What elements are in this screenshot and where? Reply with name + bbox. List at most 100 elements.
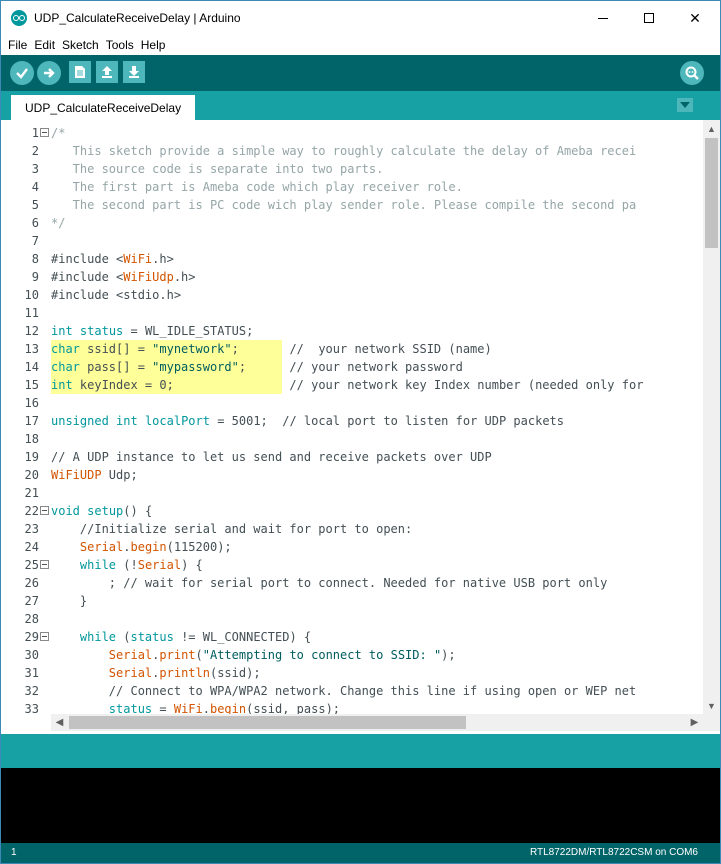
title-bar: UDP_CalculateReceiveDelay | Arduino ✕ bbox=[1, 1, 720, 35]
code-area[interactable]: /* This sketch provide a simple way to r… bbox=[51, 120, 703, 714]
code-line[interactable]: // A UDP instance to let us send and rec… bbox=[51, 448, 492, 466]
code-line[interactable]: status = WiFi.begin(ssid, pass); bbox=[51, 700, 340, 714]
menu-help[interactable]: Help bbox=[134, 35, 166, 55]
code-token: = 5001; // local port to listen for UDP … bbox=[209, 414, 564, 428]
code-editor[interactable]: 1 2 3 4 5 6 7 8 9 10 11 12 13 14 15 16 17 18 19 20 21 22 23 24 2… bbox=[1, 120, 720, 734]
code-token: .h> bbox=[173, 270, 196, 284]
save-button[interactable] bbox=[123, 61, 145, 83]
code-token: WiFiUDP bbox=[51, 468, 102, 482]
code-line[interactable]: ; // wait for serial port to connect. Ne… bbox=[51, 574, 608, 592]
code-token: ( bbox=[195, 648, 203, 662]
console-output[interactable] bbox=[1, 768, 720, 843]
code-line[interactable]: int status = WL_IDLE_STATUS; bbox=[51, 322, 253, 340]
code-line[interactable]: int keyIndex = 0; // your network key In… bbox=[51, 376, 643, 394]
fold-toggle-icon[interactable] bbox=[40, 128, 49, 137]
code-line[interactable]: The first part is Ameba code which play … bbox=[51, 178, 463, 196]
scroll-up-icon[interactable]: ▲ bbox=[703, 120, 720, 137]
code-token: //Initialize serial and wait for port to… bbox=[51, 522, 413, 536]
code-line[interactable]: #include <WiFiUdp.h> bbox=[51, 268, 196, 286]
fold-toggle-icon[interactable] bbox=[40, 560, 49, 569]
new-icon bbox=[75, 66, 85, 78]
fold-toggle-icon[interactable] bbox=[40, 632, 49, 641]
scroll-right-icon[interactable]: ▶ bbox=[686, 714, 703, 731]
code-token: localPort bbox=[144, 414, 210, 428]
code-token: status bbox=[130, 630, 174, 644]
code-line[interactable]: #include <WiFi.h> bbox=[51, 250, 174, 268]
code-token: #include <stdio.h> bbox=[51, 288, 182, 302]
code-token: () { bbox=[123, 504, 153, 518]
line-number: 7 bbox=[31, 234, 39, 248]
code-line[interactable]: while (!Serial) { bbox=[51, 556, 203, 574]
code-line[interactable]: void setup() { bbox=[51, 502, 152, 520]
code-line[interactable]: Serial.println(ssid); bbox=[51, 664, 261, 682]
horizontal-scrollbar[interactable]: ◀ ▶ bbox=[51, 714, 703, 731]
code-token: ; // your network SSID (name) bbox=[231, 342, 492, 356]
arduino-logo-icon bbox=[11, 10, 27, 26]
footer-bar: 1 RTL8722DM/RTL8722CSM on COM6 bbox=[1, 843, 720, 863]
code-token: while bbox=[79, 558, 117, 572]
code-line[interactable]: Serial.print("Attempting to connect to S… bbox=[51, 646, 456, 664]
code-token: status bbox=[108, 702, 153, 714]
code-line[interactable]: WiFiUDP Udp; bbox=[51, 466, 138, 484]
maximize-button[interactable] bbox=[626, 1, 672, 35]
code-token: WiFi bbox=[123, 252, 153, 266]
code-line[interactable]: unsigned int localPort = 5001; // local … bbox=[51, 412, 564, 430]
open-button[interactable] bbox=[96, 61, 118, 83]
line-number: 28 bbox=[24, 612, 39, 626]
scroll-left-icon[interactable]: ◀ bbox=[51, 714, 68, 731]
line-number: 12 bbox=[24, 324, 39, 338]
code-token: (! bbox=[116, 558, 138, 572]
code-line[interactable]: The source code is separate into two par… bbox=[51, 160, 384, 178]
line-number: 16 bbox=[24, 396, 39, 410]
code-token: begin bbox=[130, 540, 167, 554]
code-line[interactable]: char pass[] = "mypassword"; // your netw… bbox=[51, 358, 463, 376]
code-token: ; // wait for serial port to connect. Ne… bbox=[51, 576, 608, 590]
code-token: . bbox=[123, 540, 131, 554]
code-line[interactable]: Serial.begin(115200); bbox=[51, 538, 232, 556]
fold-toggle-icon[interactable] bbox=[40, 506, 49, 515]
line-number: 27 bbox=[24, 594, 39, 608]
scroll-down-icon[interactable]: ▼ bbox=[703, 697, 720, 714]
upload-button[interactable] bbox=[37, 61, 61, 85]
new-button[interactable] bbox=[69, 61, 91, 83]
code-token: The source code is separate into two par… bbox=[51, 162, 384, 176]
code-line[interactable]: #include <stdio.h> bbox=[51, 286, 181, 304]
code-line[interactable]: /* bbox=[51, 124, 65, 142]
vertical-scrollbar[interactable]: ▲ ▼ bbox=[703, 120, 720, 714]
menu-sketch[interactable]: Sketch bbox=[55, 35, 99, 55]
line-number: 23 bbox=[24, 522, 39, 536]
code-token: void bbox=[51, 504, 80, 518]
verify-button[interactable] bbox=[10, 61, 34, 85]
code-line[interactable]: */ bbox=[51, 214, 65, 232]
menu-file[interactable]: File bbox=[1, 35, 27, 55]
code-line[interactable]: This sketch provide a simple way to roug… bbox=[51, 142, 637, 160]
code-token: Udp; bbox=[101, 468, 138, 482]
serial-monitor-button[interactable] bbox=[680, 61, 704, 85]
line-number: 31 bbox=[24, 666, 39, 680]
line-number: 11 bbox=[24, 306, 39, 320]
code-line[interactable]: // Connect to WPA/WPA2 network. Change t… bbox=[51, 682, 636, 700]
vertical-scroll-thumb[interactable] bbox=[705, 138, 718, 248]
code-line[interactable]: while (status != WL_CONNECTED) { bbox=[51, 628, 311, 646]
close-button[interactable]: ✕ bbox=[672, 1, 718, 35]
code-token: = WL_IDLE_STATUS; bbox=[123, 324, 254, 338]
horizontal-scroll-thumb[interactable] bbox=[69, 716, 466, 729]
code-token: The second part is PC code wich play sen… bbox=[51, 198, 637, 212]
minimize-button[interactable] bbox=[580, 1, 626, 35]
menu-edit[interactable]: Edit bbox=[27, 35, 55, 55]
code-line[interactable]: } bbox=[51, 592, 87, 610]
code-token: status bbox=[79, 324, 124, 338]
window-title: UDP_CalculateReceiveDelay | Arduino bbox=[34, 11, 241, 25]
code-line[interactable]: //Initialize serial and wait for port to… bbox=[51, 520, 412, 538]
menu-tools[interactable]: Tools bbox=[99, 35, 134, 55]
line-number: 22 bbox=[24, 504, 39, 518]
code-line[interactable]: char ssid[] = "mynetwork"; // your netwo… bbox=[51, 340, 492, 358]
tab-menu-button[interactable] bbox=[677, 98, 693, 112]
minimize-icon bbox=[598, 17, 608, 19]
tab-udp-calculatereceivedelay[interactable]: UDP_CalculateReceiveDelay bbox=[11, 95, 196, 120]
code-line[interactable]: The second part is PC code wich play sen… bbox=[51, 196, 637, 214]
line-number: 4 bbox=[31, 180, 39, 194]
